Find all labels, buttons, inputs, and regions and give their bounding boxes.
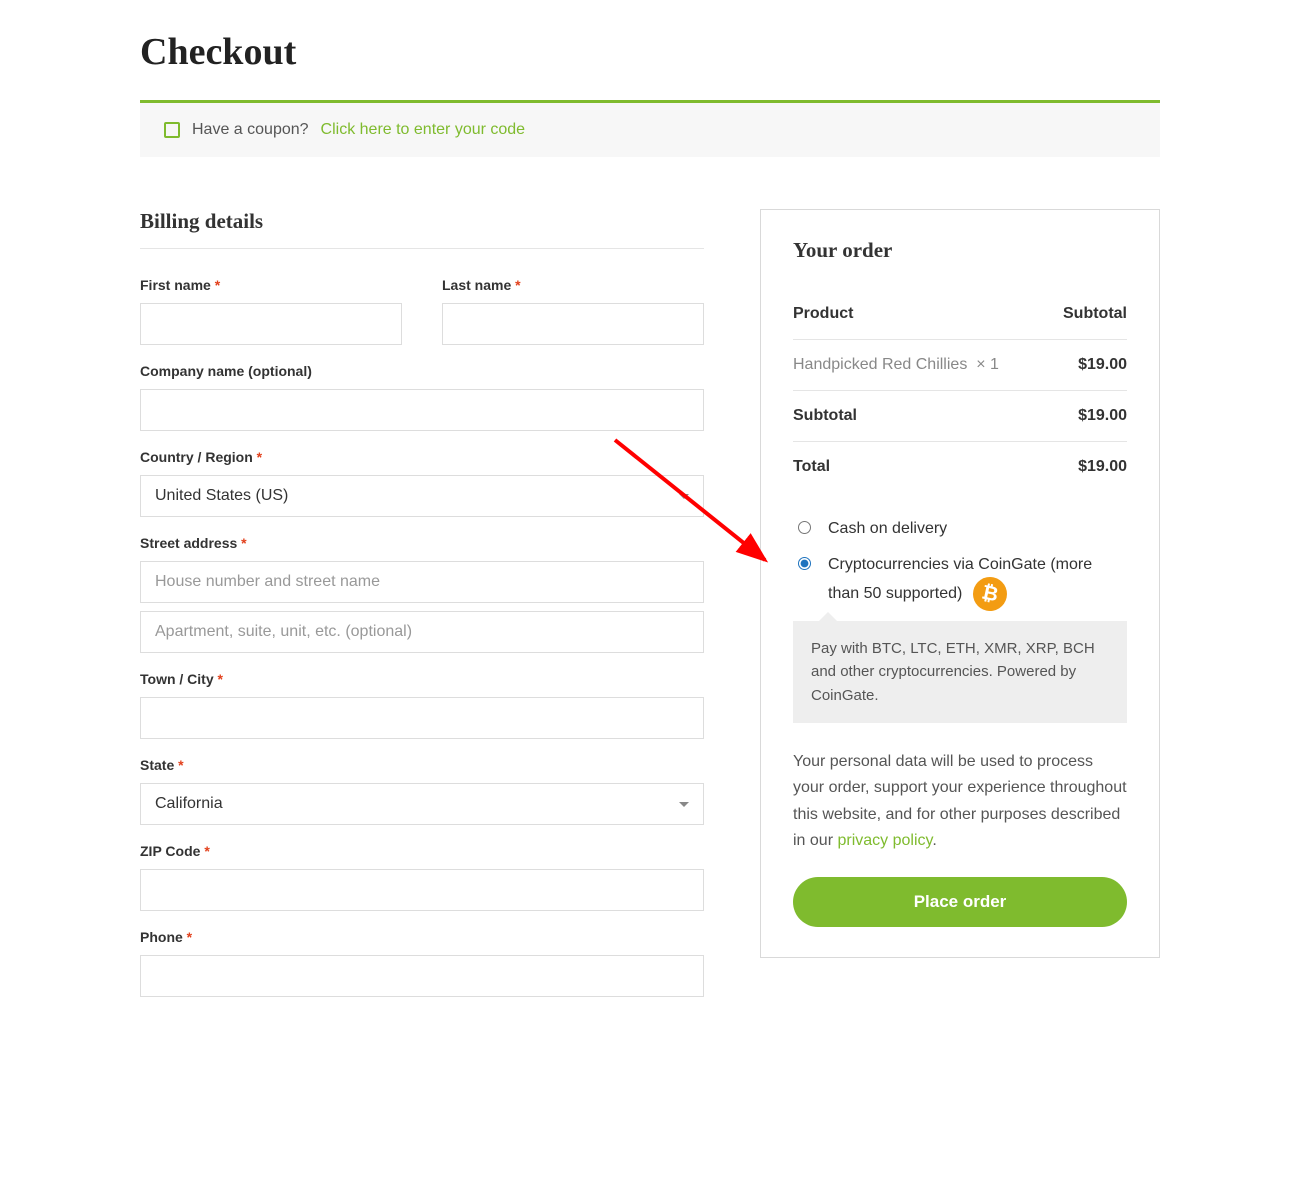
payment-methods: Cash on delivery Cryptocurrencies via Co… — [793, 516, 1127, 723]
payment-cod-radio[interactable] — [798, 521, 811, 534]
order-col-subtotal: Subtotal — [1048, 289, 1127, 340]
bitcoin-icon: ₿ — [970, 574, 1010, 614]
country-value: United States (US) — [155, 487, 288, 505]
order-summary-panel: Your order Product Subtotal Handpicked R… — [760, 209, 1160, 958]
last-name-input[interactable] — [442, 303, 704, 345]
privacy-note: Your personal data will be used to proce… — [793, 749, 1127, 855]
privacy-policy-link[interactable]: privacy policy — [837, 832, 932, 849]
street-label: Street address * — [140, 535, 704, 551]
coupon-banner: Have a coupon? Click here to enter your … — [140, 100, 1160, 157]
payment-crypto-radio[interactable] — [798, 557, 811, 570]
zip-label: ZIP Code * — [140, 843, 704, 859]
order-table: Product Subtotal Handpicked Red Chillies… — [793, 289, 1127, 492]
company-label: Company name (optional) — [140, 363, 704, 379]
order-item-row: Handpicked Red Chillies × 1 $19.00 — [793, 340, 1127, 391]
state-value: California — [155, 795, 223, 813]
payment-crypto-label[interactable]: Cryptocurrencies via CoinGate (more than… — [828, 552, 1127, 612]
page-title: Checkout — [140, 30, 1160, 74]
order-heading: Your order — [793, 238, 1127, 263]
order-subtotal-value: $19.00 — [1048, 391, 1127, 442]
billing-heading: Billing details — [140, 209, 704, 249]
street-address-1-input[interactable] — [140, 561, 704, 603]
state-select[interactable]: California — [140, 783, 704, 825]
payment-crypto-desc: Pay with BTC, LTC, ETH, XMR, XRP, BCH an… — [793, 621, 1127, 723]
first-name-label: First name * — [140, 277, 402, 293]
state-label: State * — [140, 757, 704, 773]
coupon-icon — [164, 122, 180, 138]
phone-input[interactable] — [140, 955, 704, 997]
country-label: Country / Region * — [140, 449, 704, 465]
order-col-product: Product — [793, 289, 1048, 340]
chevron-down-icon — [679, 494, 689, 499]
order-item-name: Handpicked Red Chillies — [793, 356, 967, 373]
city-label: Town / City * — [140, 671, 704, 687]
chevron-down-icon — [679, 802, 689, 807]
zip-input[interactable] — [140, 869, 704, 911]
order-subtotal-label: Subtotal — [793, 391, 1048, 442]
order-item-qty: × 1 — [976, 356, 999, 373]
order-total-value: $19.00 — [1048, 442, 1127, 493]
city-input[interactable] — [140, 697, 704, 739]
coupon-prompt: Have a coupon? — [192, 121, 309, 139]
payment-cod-label[interactable]: Cash on delivery — [828, 516, 947, 542]
street-address-2-input[interactable] — [140, 611, 704, 653]
phone-label: Phone * — [140, 929, 704, 945]
last-name-label: Last name * — [442, 277, 704, 293]
first-name-input[interactable] — [140, 303, 402, 345]
order-item-price: $19.00 — [1048, 340, 1127, 391]
coupon-link[interactable]: Click here to enter your code — [321, 121, 526, 139]
country-select[interactable]: United States (US) — [140, 475, 704, 517]
place-order-button[interactable]: Place order — [793, 877, 1127, 927]
order-total-label: Total — [793, 442, 1048, 493]
company-input[interactable] — [140, 389, 704, 431]
